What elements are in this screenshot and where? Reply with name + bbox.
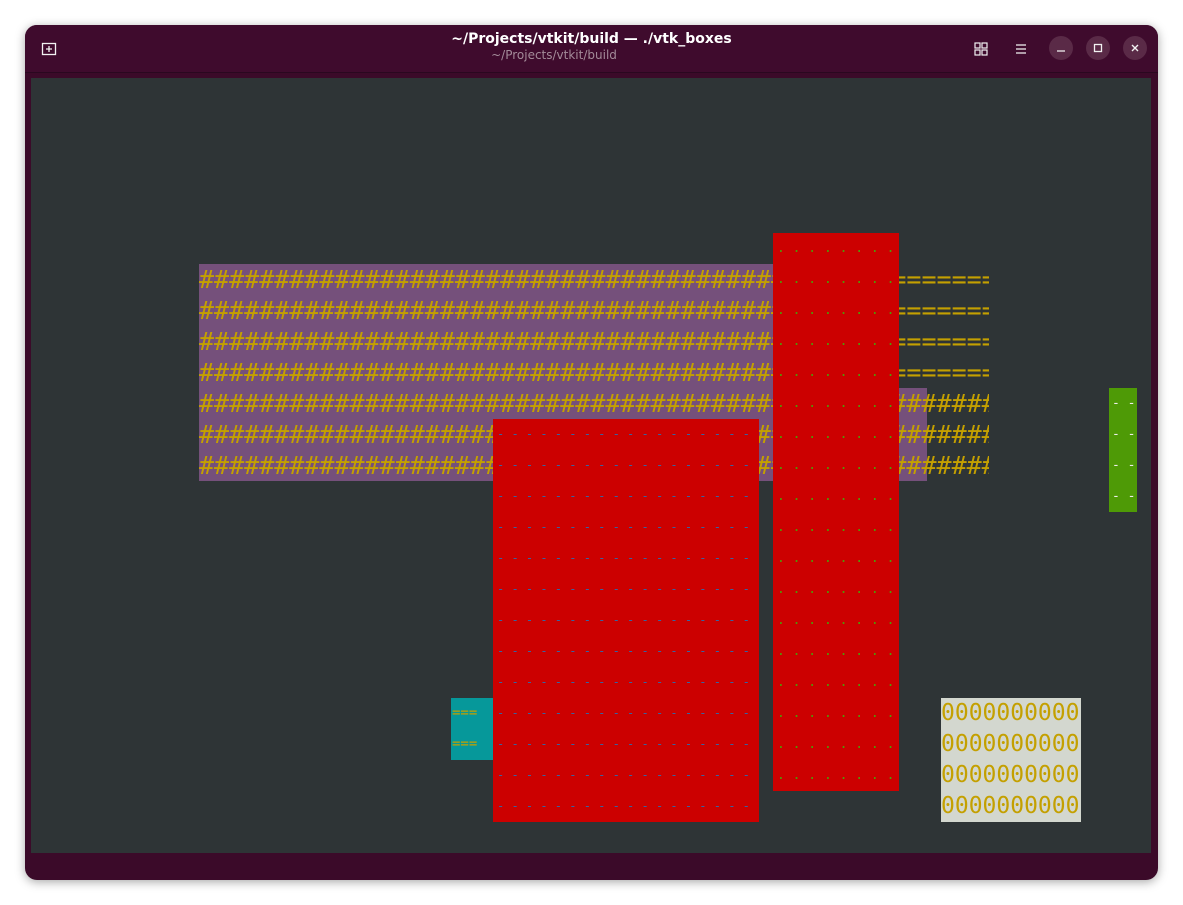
dash-row: - - - - - - - - - - - - - - - - - - - [497, 458, 759, 472]
dash-row: - - - - - - - - - - - - - - - - - - - [497, 582, 759, 596]
dot-row: . . . . . . . . . [777, 272, 899, 287]
zero-row: 0000000000 [941, 762, 1080, 788]
dash-row: - - - - - - - - - - - - - - - - - - - [497, 520, 759, 534]
dash-row: - - - - - - - - - - - - - - - - - - - [497, 675, 759, 689]
terminal-window: ~/Projects/vtkit/build — ./vtk_boxes ~/P… [25, 25, 1158, 880]
dot-row: . . . . . . . . . [777, 675, 899, 690]
dash-row: - - - - - - - - - - - - - - - - - - - [497, 613, 759, 627]
dot-row: . . . . . . . . . [777, 644, 899, 659]
title-bar[interactable]: ~/Projects/vtkit/build — ./vtk_boxes ~/P… [25, 25, 1158, 73]
zero-box: 0000000000 0000000000 0000000000 0000000000 [941, 698, 1081, 822]
close-button[interactable] [1123, 36, 1147, 60]
dot-row: . . . . . . . . . [777, 396, 899, 411]
green-dash-row: - - [1112, 458, 1136, 473]
dot-row: . . . . . . . . . [777, 241, 899, 256]
grid-view-icon[interactable] [969, 37, 993, 61]
green-box: - - - - - - - - [1109, 388, 1137, 512]
minimize-button[interactable] [1049, 36, 1073, 60]
terminal-area[interactable]: ########################################… [31, 78, 1151, 853]
teal-row: === [452, 705, 478, 721]
zero-row: 0000000000 [941, 700, 1080, 726]
maximize-button[interactable] [1086, 36, 1110, 60]
green-dash-row: - - [1112, 396, 1136, 411]
zero-row: 0000000000 [941, 731, 1080, 757]
dash-row: - - - - - - - - - - - - - - - - - - - [497, 737, 759, 751]
dot-row: . . . . . . . . . [777, 303, 899, 318]
dot-row: . . . . . . . . . [777, 613, 899, 628]
minimize-icon [1057, 50, 1065, 52]
dot-row: . . . . . . . . . [777, 582, 899, 597]
red-big-box: - - - - - - - - - - - - - - - - - - - - -… [493, 419, 759, 822]
dash-row: - - - - - - - - - - - - - - - - - - - [497, 799, 759, 813]
zero-row: 0000000000 [941, 793, 1080, 819]
teal-row: === [452, 736, 478, 752]
red-tall-box: . . . . . . . . . . . . . . . . . . . . . … [773, 233, 899, 791]
maximize-icon [1093, 43, 1103, 53]
dot-row: . . . . . . . . . [777, 706, 899, 721]
dash-row: - - - - - - - - - - - - - - - - - - - [497, 644, 759, 658]
dot-row: . . . . . . . . . [777, 427, 899, 442]
dash-row: - - - - - - - - - - - - - - - - - - - [497, 427, 759, 441]
green-dash-row: - - [1112, 427, 1136, 442]
dot-row: . . . . . . . . . [777, 334, 899, 349]
dot-row: . . . . . . . . . [777, 551, 899, 566]
green-dash-row: - - [1112, 489, 1136, 504]
dot-row: . . . . . . . . . [777, 489, 899, 504]
dot-row: . . . . . . . . . [777, 520, 899, 535]
dot-row: . . . . . . . . . [777, 768, 899, 783]
dash-row: - - - - - - - - - - - - - - - - - - - [497, 706, 759, 720]
dash-row: - - - - - - - - - - - - - - - - - - - [497, 489, 759, 503]
dot-row: . . . . . . . . . [777, 365, 899, 380]
dot-row: . . . . . . . . . [777, 737, 899, 752]
teal-box: === === [451, 698, 493, 760]
hamburger-menu-icon[interactable] [1009, 37, 1033, 61]
close-icon [1131, 44, 1139, 52]
dot-row: . . . . . . . . . [777, 458, 899, 473]
dash-row: - - - - - - - - - - - - - - - - - - - [497, 768, 759, 782]
dash-row: - - - - - - - - - - - - - - - - - - - [497, 551, 759, 565]
